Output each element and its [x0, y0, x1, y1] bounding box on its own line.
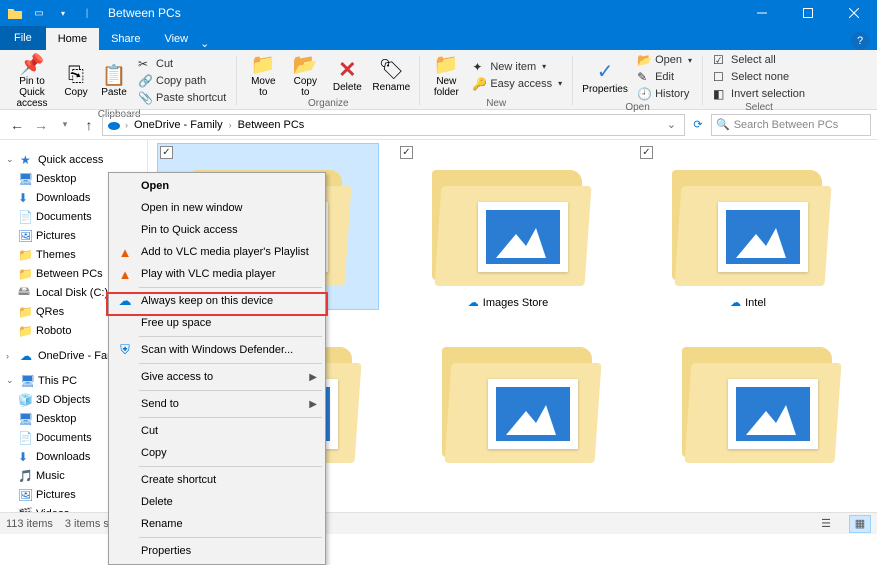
ctx-pin-quick-access[interactable]: Pin to Quick access — [111, 219, 323, 241]
defender-shield-icon: ⛨ — [117, 342, 133, 358]
up-button[interactable]: ↑ — [78, 114, 100, 136]
search-input[interactable]: 🔍 Search Between PCs — [711, 114, 871, 136]
status-item-count: 113 items — [6, 518, 53, 530]
tab-home[interactable]: Home — [46, 28, 99, 50]
qat-dropdown-icon[interactable]: ▾ — [52, 2, 74, 24]
group-label-organize: Organize — [308, 98, 349, 110]
minimize-button[interactable] — [739, 0, 785, 26]
window-title: Between PCs — [102, 6, 181, 20]
cloud-status-icon: ☁ — [468, 296, 479, 309]
ctx-free-up-space[interactable]: Free up space — [111, 312, 323, 334]
group-label-open: Open — [625, 102, 649, 114]
vlc-icon: ▲ — [117, 245, 133, 260]
folder-icon — [668, 162, 828, 292]
ribbon: 📌Pin to Quick access ⎘Copy 📋Paste ✂Cut 🔗… — [0, 50, 877, 110]
details-view-button[interactable]: ☰ — [815, 515, 837, 533]
context-menu: Open Open in new window Pin to Quick acc… — [108, 172, 326, 565]
pin-to-quick-access-button[interactable]: 📌Pin to Quick access — [8, 52, 56, 109]
cut-button[interactable]: ✂Cut — [134, 56, 230, 72]
copy-button[interactable]: ⎘Copy — [58, 63, 94, 98]
folder-checkbox[interactable] — [640, 146, 653, 159]
submenu-arrow-icon: ▶ — [309, 399, 317, 410]
refresh-button[interactable]: ⟳ — [687, 114, 709, 136]
folder-item-images-store[interactable]: ☁Images Store — [398, 144, 618, 309]
breadcrumb-separator-icon: › — [125, 120, 128, 130]
ribbon-tabs: File Home Share View ⌄ ? — [0, 26, 877, 50]
folder-app-icon — [4, 2, 26, 24]
folder-icon — [428, 162, 588, 292]
delete-button[interactable]: ✕Delete — [327, 58, 367, 93]
back-button[interactable]: ← — [6, 114, 28, 136]
breadcrumb[interactable]: › OneDrive - Family › Between PCs ⌄ — [102, 114, 685, 136]
close-button[interactable] — [831, 0, 877, 26]
ctx-cut[interactable]: Cut — [111, 420, 323, 442]
folder-icon — [438, 339, 578, 449]
magnifier-icon: 🔍 — [716, 118, 730, 131]
copy-path-button[interactable]: 🔗Copy path — [134, 73, 230, 89]
ctx-scan-defender[interactable]: ⛨Scan with Windows Defender... — [111, 339, 323, 361]
folder-icon — [678, 339, 818, 449]
onedrive-icon — [107, 119, 121, 131]
breadcrumb-item[interactable]: OneDrive - Family — [132, 119, 225, 131]
forward-button[interactable]: → — [30, 114, 52, 136]
vlc-icon: ▲ — [117, 267, 133, 282]
paste-shortcut-button[interactable]: 📎Paste shortcut — [134, 90, 230, 106]
easy-access-button[interactable]: 🔑Easy access▾ — [468, 76, 566, 92]
submenu-arrow-icon: ▶ — [309, 372, 317, 383]
qat-properties-icon[interactable]: ▭ — [28, 2, 50, 24]
ctx-vlc-play[interactable]: ▲Play with VLC media player — [111, 263, 323, 285]
large-icons-view-button[interactable]: ▦ — [849, 515, 871, 533]
breadcrumb-item[interactable]: Between PCs — [236, 119, 307, 131]
group-label-select: Select — [745, 102, 773, 114]
paste-button[interactable]: 📋Paste — [96, 63, 132, 98]
folder-item[interactable] — [638, 329, 858, 459]
ctx-give-access[interactable]: Give access to▶ — [111, 366, 323, 388]
title-bar: ▭ ▾ | Between PCs — [0, 0, 877, 26]
ribbon-collapse-icon[interactable]: ⌄ — [200, 37, 215, 50]
maximize-button[interactable] — [785, 0, 831, 26]
folder-checkbox[interactable] — [160, 146, 173, 159]
ctx-open[interactable]: Open — [111, 175, 323, 197]
tab-share[interactable]: Share — [99, 28, 152, 50]
tab-file[interactable]: File — [0, 26, 46, 50]
onedrive-keep-icon: ☁ — [117, 293, 133, 309]
tab-view[interactable]: View — [152, 28, 200, 50]
ctx-copy[interactable]: Copy — [111, 442, 323, 464]
select-all-button[interactable]: ☑Select all — [709, 52, 809, 68]
select-none-button[interactable]: ☐Select none — [709, 69, 809, 85]
recent-locations-button[interactable]: ▾ — [54, 114, 76, 136]
breadcrumb-dropdown-icon[interactable]: ⌄ — [663, 118, 680, 131]
invert-selection-button[interactable]: ◧Invert selection — [709, 86, 809, 102]
open-button[interactable]: 📂Open▾ — [633, 52, 696, 68]
folder-item[interactable] — [398, 329, 618, 459]
copy-to-button[interactable]: 📂Copy to — [285, 52, 325, 98]
breadcrumb-separator-icon: › — [229, 120, 232, 130]
ctx-send-to[interactable]: Send to▶ — [111, 393, 323, 415]
address-bar: ← → ▾ ↑ › OneDrive - Family › Between PC… — [0, 110, 877, 140]
history-button[interactable]: 🕘History — [633, 86, 696, 102]
rename-button[interactable]: 🏷Rename — [369, 58, 413, 93]
group-label-new: New — [486, 98, 506, 110]
move-to-button[interactable]: 📁Move to — [243, 52, 283, 98]
ctx-properties[interactable]: Properties — [111, 540, 323, 562]
ctx-vlc-playlist[interactable]: ▲Add to VLC media player's Playlist — [111, 241, 323, 263]
ctx-always-keep[interactable]: ☁Always keep on this device — [111, 290, 323, 312]
help-button[interactable]: ? — [851, 32, 869, 50]
edit-button[interactable]: ✎Edit — [633, 69, 696, 85]
new-item-button[interactable]: ✦New item▾ — [468, 59, 566, 75]
ctx-rename[interactable]: Rename — [111, 513, 323, 535]
ctx-open-new-window[interactable]: Open in new window — [111, 197, 323, 219]
sidebar-item-quick-access[interactable]: ⌄★Quick access — [0, 150, 147, 169]
new-folder-button[interactable]: 📁New folder — [426, 52, 466, 98]
properties-button[interactable]: ✓Properties — [579, 60, 631, 95]
title-separator: | — [76, 2, 98, 24]
folder-item-intel[interactable]: ☁Intel — [638, 144, 858, 309]
folder-checkbox[interactable] — [400, 146, 413, 159]
ctx-create-shortcut[interactable]: Create shortcut — [111, 469, 323, 491]
cloud-status-icon: ☁ — [730, 296, 741, 309]
ctx-delete[interactable]: Delete — [111, 491, 323, 513]
